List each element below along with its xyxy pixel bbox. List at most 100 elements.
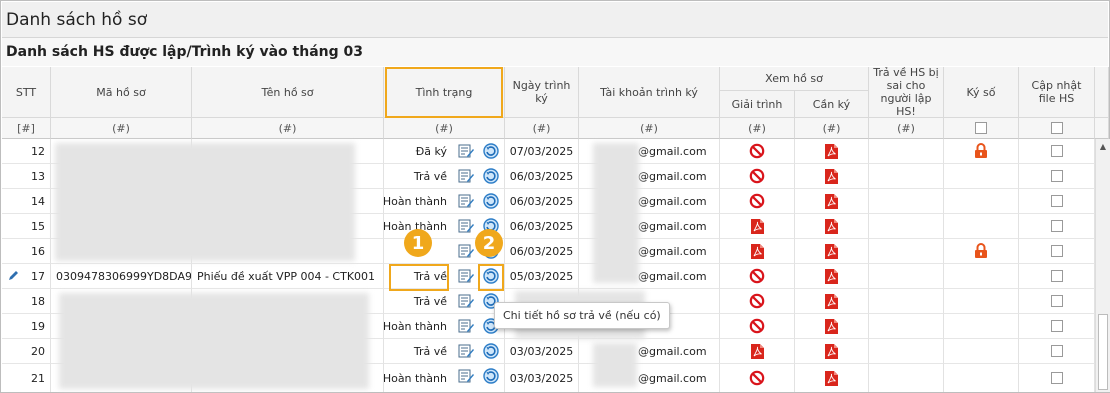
header-ma-ho-so[interactable]: Mã hồ sơ: [51, 67, 192, 118]
update-file-checkbox[interactable]: [1050, 270, 1063, 282]
window-title: Danh sách hồ sơ: [2, 2, 1108, 38]
pdf-icon[interactable]: [824, 243, 839, 260]
edit-row-pencil-icon[interactable]: [9, 270, 18, 283]
return-detail-icon[interactable]: [483, 343, 499, 359]
cell-ky_so: [944, 264, 1019, 289]
row-number: 12: [31, 144, 45, 158]
edit-document-icon[interactable]: [458, 319, 474, 333]
return-detail-icon[interactable]: [483, 143, 499, 159]
cell-giai_trinh: [720, 239, 795, 264]
no-entry-icon: [749, 168, 765, 184]
update-file-checkbox[interactable]: [1050, 320, 1063, 332]
cell-tra_ve: [869, 314, 944, 339]
pdf-icon[interactable]: [824, 343, 839, 360]
redacted-area: [59, 293, 369, 389]
edit-document-icon[interactable]: [458, 369, 474, 383]
pdf-icon[interactable]: [750, 218, 765, 235]
select-all-cap-nhat-checkbox[interactable]: [1050, 122, 1063, 134]
return-detail-icon[interactable]: [483, 168, 499, 184]
filter-stt[interactable]: [#]: [2, 118, 51, 139]
filter-tai-khoan[interactable]: (#): [579, 118, 720, 139]
edit-document-icon[interactable]: [458, 294, 474, 308]
scroll-up-arrow-icon[interactable]: ▲: [1096, 139, 1110, 153]
cell-can_ky: [795, 139, 869, 164]
filter-can-ky[interactable]: (#): [795, 118, 869, 139]
filter-ngay-trinh-ky[interactable]: (#): [505, 118, 579, 139]
cell-ky_so: [944, 139, 1019, 164]
pdf-icon[interactable]: [824, 268, 839, 285]
edit-document-icon[interactable]: [458, 219, 474, 233]
header-tra-ve-hs[interactable]: Trả về HS bị sai cho người lập HS!: [869, 66, 944, 118]
row-number: 21: [31, 371, 45, 385]
cell-date: 06/03/2025: [505, 164, 579, 189]
return-detail-icon[interactable]: [483, 193, 499, 209]
update-file-checkbox[interactable]: [1050, 145, 1063, 157]
update-file-checkbox[interactable]: [1050, 220, 1063, 232]
filter-ky-so: [944, 118, 1019, 139]
header-ten-ho-so[interactable]: Tên hồ sơ: [192, 67, 384, 118]
pdf-icon[interactable]: [824, 293, 839, 310]
update-file-checkbox[interactable]: [1050, 345, 1063, 357]
cell-status: Hoàn thành: [384, 189, 505, 214]
cell-cap_nhat: [1019, 289, 1095, 314]
update-file-checkbox[interactable]: [1050, 170, 1063, 182]
scroll-thumb[interactable]: [1098, 314, 1108, 390]
pdf-icon[interactable]: [824, 168, 839, 185]
cell-can_ky: [795, 239, 869, 264]
edit-document-icon[interactable]: [458, 144, 474, 158]
cell-stt: 21: [2, 364, 51, 392]
cell-date: 03/03/2025: [505, 339, 579, 364]
cell-date: 05/03/2025: [505, 264, 579, 289]
header-ky-so[interactable]: Ký số: [944, 67, 1019, 118]
cell-status: Trả về: [384, 339, 505, 364]
edit-document-icon[interactable]: [458, 269, 474, 283]
cell-ky_so: [944, 189, 1019, 214]
cell-giai_trinh: [720, 264, 795, 289]
edit-document-icon[interactable]: [458, 169, 474, 183]
account-email: @gmail.com: [638, 144, 707, 158]
header-can-ky[interactable]: Cần ký: [795, 91, 869, 118]
update-file-checkbox[interactable]: [1050, 245, 1063, 257]
filter-tinh-trang[interactable]: (#): [384, 118, 505, 139]
header-tai-khoan[interactable]: Tài khoản trình ký: [579, 67, 720, 118]
filter-ten-ho-so[interactable]: (#): [192, 118, 384, 139]
pdf-icon[interactable]: [824, 193, 839, 210]
header-stt[interactable]: STT: [2, 67, 51, 118]
update-file-checkbox[interactable]: [1050, 372, 1063, 384]
highlight-tinh-trang-header: [385, 67, 503, 118]
cell-cap_nhat: [1019, 364, 1095, 392]
edit-document-icon[interactable]: [458, 244, 474, 258]
pdf-icon[interactable]: [824, 218, 839, 235]
account-email: @gmail.com: [638, 371, 707, 385]
header-cap-nhat-file[interactable]: Cập nhật file HS: [1019, 67, 1095, 118]
cell-cap_nhat: [1019, 314, 1095, 339]
row-number: 16: [31, 244, 45, 258]
filter-ma-ho-so[interactable]: (#): [51, 118, 192, 139]
pdf-icon[interactable]: [824, 143, 839, 160]
edit-document-icon[interactable]: [458, 344, 474, 358]
cell-tra_ve: [869, 139, 944, 164]
edit-document-icon[interactable]: [458, 194, 474, 208]
filter-giai-trinh[interactable]: (#): [720, 118, 795, 139]
vertical-scrollbar[interactable]: ▲: [1095, 139, 1110, 392]
cell-giai_trinh: [720, 164, 795, 189]
cell-status: Hoàn thành: [384, 364, 505, 392]
return-detail-icon[interactable]: [483, 368, 499, 384]
cell-can_ky: [795, 314, 869, 339]
cell-can_ky: [795, 364, 869, 392]
cell-tra_ve: [869, 264, 944, 289]
cell-giai_trinh: [720, 139, 795, 164]
update-file-checkbox[interactable]: [1050, 195, 1063, 207]
pdf-icon[interactable]: [824, 370, 839, 387]
cell-stt: 17: [2, 264, 51, 289]
select-all-ky-so-checkbox[interactable]: [975, 122, 987, 134]
header-giai-trinh[interactable]: Giải trình: [720, 91, 795, 118]
filter-tra-ve-hs[interactable]: (#): [869, 118, 944, 139]
update-file-checkbox[interactable]: [1050, 295, 1063, 307]
status-label: Trả về: [413, 294, 447, 308]
pdf-icon[interactable]: [750, 343, 765, 360]
header-ngay-trinh-ky[interactable]: Ngày trình ký: [505, 67, 579, 118]
pdf-icon[interactable]: [750, 243, 765, 260]
pdf-icon[interactable]: [824, 318, 839, 335]
status-label: Trả về: [413, 344, 447, 358]
